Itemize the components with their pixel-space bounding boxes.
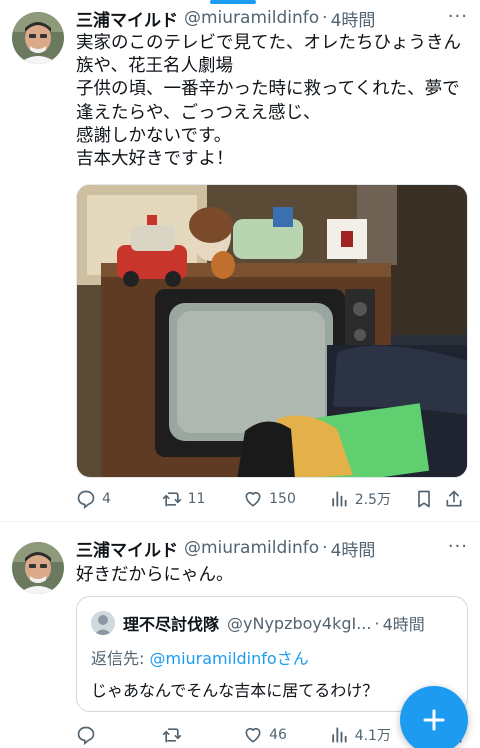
compose-plus-icon [423, 709, 445, 731]
views-button[interactable]: 2.5万 [329, 489, 415, 509]
reply-icon [77, 490, 95, 509]
quoted-tweet[interactable]: 理不尽討伐隊 @yNypzboy4kgI... · 4時間 返信先: @miur… [76, 596, 468, 712]
tweet[interactable]: 三浦マイルド @miuramildinfo · 4時間 ··· 実家のこのテレビ… [0, 0, 480, 522]
compose-button[interactable] [400, 686, 468, 748]
tweet-media-photo[interactable] [76, 184, 468, 478]
share-button[interactable] [444, 489, 468, 509]
like-button[interactable]: 46 [243, 725, 329, 745]
separator-dot: · [322, 538, 328, 558]
reply-button[interactable] [76, 725, 162, 745]
separator-dot: · [374, 613, 380, 633]
like-count: 46 [269, 727, 287, 743]
tweet-header: 三浦マイルド @miuramildinfo · 4時間 ··· [76, 6, 468, 31]
like-count: 150 [269, 491, 296, 507]
timestamp[interactable]: 4時間 [331, 536, 376, 561]
analytics-icon [331, 727, 347, 743]
quoted-tweet-header: 理不尽討伐隊 @yNypzboy4kgI... · 4時間 [91, 611, 455, 635]
quoted-timestamp: 4時間 [382, 615, 425, 634]
avatar[interactable] [12, 542, 64, 594]
retweet-icon [162, 492, 181, 507]
retweet-button[interactable] [162, 725, 244, 745]
bookmark-button[interactable] [414, 489, 444, 509]
avatar[interactable] [12, 12, 64, 64]
reply-count: 4 [102, 491, 111, 507]
tweet-text-line: 族や、花王名人劇場 [76, 56, 233, 77]
timestamp[interactable]: 4時間 [331, 6, 376, 31]
more-options-icon[interactable]: ··· [448, 6, 468, 27]
view-count: 2.5万 [354, 492, 391, 508]
separator-dot: · [322, 8, 328, 28]
quoted-author-name: 理不尽討伐隊 [123, 615, 220, 634]
reply-to-handle-link[interactable]: @miuramildinfo [149, 649, 276, 668]
tweet-text-line: 子供の頃、一番辛かった時に救ってくれた、夢で [76, 79, 460, 100]
tweet-header: 三浦マイルド @miuramildinfo · 4時間 ··· [76, 536, 468, 561]
reply-icon [77, 726, 95, 745]
tweet-actions: 4 11 150 2.5万 [76, 486, 468, 512]
quoted-tweet-text: じゃあなんでそんな吉本に居てるわけ？ [91, 681, 379, 700]
reply-button[interactable]: 4 [76, 489, 162, 509]
tweet-text: 好きだからにゃん。 [76, 564, 466, 587]
author-name[interactable]: 三浦マイルド [76, 536, 178, 561]
quoted-avatar [91, 611, 115, 635]
tweet-text: 実家のこのテレビで見てた、オレたちひょうきん 族や、花王名人劇場 子供の頃、一番… [76, 32, 466, 171]
tweet-text-line: 実家のこのテレビで見てた、オレたちひょうきん [76, 33, 461, 53]
tweet-text-line: 吉本大好きですよ！ [76, 149, 234, 170]
retweet-icon [162, 728, 181, 743]
author-handle[interactable]: @miuramildinfo [184, 538, 319, 558]
bookmark-icon [418, 490, 431, 508]
heart-icon [245, 491, 261, 507]
share-icon [446, 490, 462, 507]
tweet-text-line: 逢えたらや、ごっつええ感じ、 [76, 102, 321, 123]
reply-to-suffix: さん [276, 649, 309, 668]
view-count: 4.1万 [354, 728, 391, 744]
author-handle[interactable]: @miuramildinfo [184, 8, 319, 28]
quoted-author-handle: @yNypzboy4kgI... [227, 613, 372, 633]
retweet-button[interactable]: 11 [162, 489, 244, 509]
analytics-icon [331, 491, 347, 507]
more-options-icon[interactable]: ··· [448, 536, 468, 557]
retweet-count: 11 [187, 491, 206, 507]
tweet-text-line: 感謝しかないです。 [76, 125, 232, 146]
tweet-text-line: 好きだからにゃん。 [76, 565, 234, 585]
like-button[interactable]: 150 [243, 489, 329, 509]
reply-to-line: 返信先: @miuramildinfoさん [91, 645, 309, 669]
heart-icon [245, 727, 261, 743]
reply-to-prefix: 返信先: [91, 649, 150, 668]
author-name[interactable]: 三浦マイルド [76, 6, 178, 31]
